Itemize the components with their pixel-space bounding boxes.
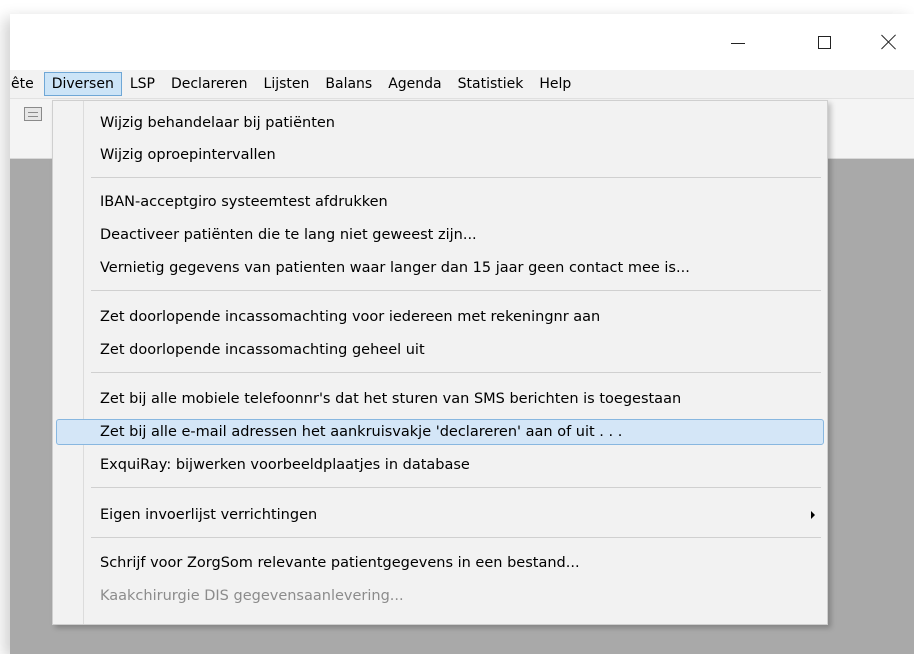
menu-item-eigen-invoerlijst[interactable]: Eigen invoerlijst verrichtingen xyxy=(56,502,824,528)
menu-item-wijzig-behandelaar[interactable]: Wijzig behandelaar bij patiënten xyxy=(56,110,824,136)
menu-declareren[interactable]: Declareren xyxy=(163,72,256,96)
menu-item-vernietig-gegevens[interactable]: Vernietig gegevens van patienten waar la… xyxy=(56,255,824,281)
close-icon xyxy=(881,34,897,50)
menu-lijsten[interactable]: Lijsten xyxy=(256,72,318,96)
minimize-icon xyxy=(731,42,745,44)
list-icon[interactable] xyxy=(24,107,42,121)
menu-agenda[interactable]: Agenda xyxy=(380,72,449,96)
close-button[interactable] xyxy=(866,24,912,60)
menu-help[interactable]: Help xyxy=(531,72,579,96)
menu-item-sms-toegestaan[interactable]: Zet bij alle mobiele telefoonnr's dat he… xyxy=(56,386,824,412)
title-bar xyxy=(10,14,914,70)
menu-statistiek[interactable]: Statistiek xyxy=(450,72,532,96)
maximize-icon xyxy=(817,35,831,49)
minimize-button[interactable] xyxy=(715,24,761,60)
menu-item-email-declareren[interactable]: Zet bij alle e-mail adressen het aankrui… xyxy=(56,419,824,445)
menu-separator xyxy=(91,537,821,538)
menu-lsp[interactable]: LSP xyxy=(122,72,163,96)
menu-item-wijzig-oproepintervallen[interactable]: Wijzig oproepintervallen xyxy=(56,142,824,168)
menu-item-deactiveer-patienten[interactable]: Deactiveer patiënten die te lang niet ge… xyxy=(56,222,824,248)
menu-item-incasso-aan[interactable]: Zet doorlopende incassomachting voor ied… xyxy=(56,304,824,330)
menu-separator xyxy=(91,372,821,373)
menu-item-zorgsom[interactable]: Schrijf voor ZorgSom relevante patientge… xyxy=(56,550,824,576)
menu-balans[interactable]: Balans xyxy=(317,72,380,96)
menu-bar: ête Diversen LSP Declareren Lijsten Bala… xyxy=(10,70,914,99)
menu-item-iban-acceptgiro[interactable]: IBAN-acceptgiro systeemtest afdrukken xyxy=(56,189,824,215)
menu-separator xyxy=(91,290,821,291)
menu-separator xyxy=(91,177,821,178)
submenu-arrow-icon xyxy=(811,511,815,519)
maximize-button[interactable] xyxy=(801,24,847,60)
menu-patiente[interactable]: ête xyxy=(10,72,44,96)
menu-item-kaakchirurgie-dis: Kaakchirurgie DIS gegevensaanlevering... xyxy=(100,588,404,604)
menu-item-label: Eigen invoerlijst verrichtingen xyxy=(100,507,318,523)
menu-item-incasso-uit[interactable]: Zet doorlopende incassomachting geheel u… xyxy=(56,337,824,363)
menu-separator xyxy=(91,487,821,488)
menu-item-exquiray[interactable]: ExquiRay: bijwerken voorbeeldplaatjes in… xyxy=(56,452,824,478)
menu-diversen[interactable]: Diversen xyxy=(43,72,122,96)
diversen-dropdown-menu: Wijzig behandelaar bij patiënten Wijzig … xyxy=(52,100,828,625)
